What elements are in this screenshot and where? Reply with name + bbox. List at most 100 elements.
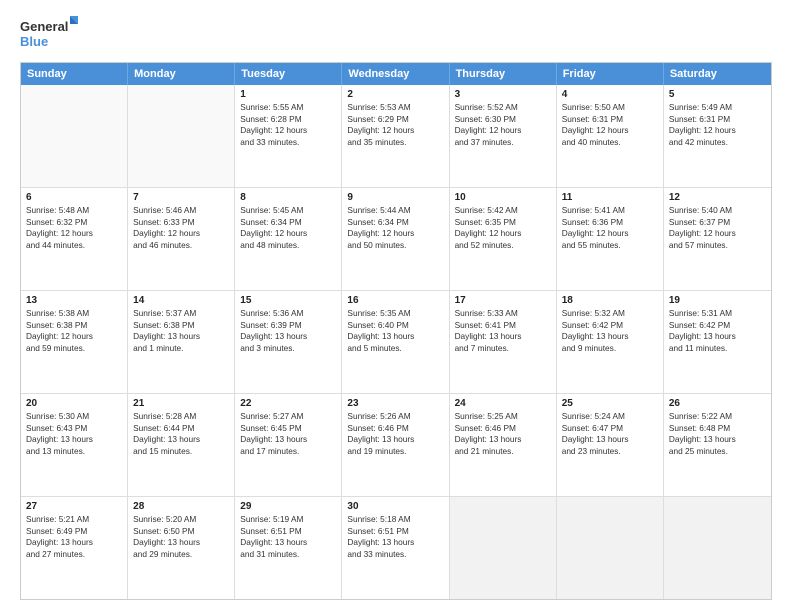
day-number: 27 (26, 501, 122, 512)
day-number: 12 (669, 192, 766, 203)
day-number: 16 (347, 295, 443, 306)
calendar-cell: 25Sunrise: 5:24 AMSunset: 6:47 PMDayligh… (557, 394, 664, 496)
calendar-cell: 10Sunrise: 5:42 AMSunset: 6:35 PMDayligh… (450, 188, 557, 290)
cell-info-line: Sunrise: 5:19 AM (240, 514, 336, 526)
cell-info-line: Sunrise: 5:44 AM (347, 205, 443, 217)
cell-info-line: and 37 minutes. (455, 137, 551, 149)
calendar-cell: 22Sunrise: 5:27 AMSunset: 6:45 PMDayligh… (235, 394, 342, 496)
cell-info-line: Daylight: 13 hours (26, 537, 122, 549)
day-number: 3 (455, 89, 551, 100)
cell-info-line: Sunrise: 5:46 AM (133, 205, 229, 217)
cell-info-line: Sunset: 6:42 PM (669, 320, 766, 332)
cell-info-line: Daylight: 12 hours (669, 228, 766, 240)
cell-info-line: Sunrise: 5:21 AM (26, 514, 122, 526)
cell-info-line: Daylight: 13 hours (26, 434, 122, 446)
cell-info-line: Daylight: 12 hours (240, 125, 336, 137)
cell-info-line: Sunset: 6:38 PM (26, 320, 122, 332)
calendar-row: 13Sunrise: 5:38 AMSunset: 6:38 PMDayligh… (21, 291, 771, 394)
calendar-cell: 29Sunrise: 5:19 AMSunset: 6:51 PMDayligh… (235, 497, 342, 599)
calendar-cell: 6Sunrise: 5:48 AMSunset: 6:32 PMDaylight… (21, 188, 128, 290)
cell-info-line: Sunrise: 5:32 AM (562, 308, 658, 320)
day-number: 17 (455, 295, 551, 306)
day-number: 8 (240, 192, 336, 203)
cell-info-line: and 27 minutes. (26, 549, 122, 561)
cell-info-line: and 17 minutes. (240, 446, 336, 458)
day-number: 18 (562, 295, 658, 306)
day-number: 10 (455, 192, 551, 203)
day-number: 30 (347, 501, 443, 512)
cell-info-line: Sunrise: 5:30 AM (26, 411, 122, 423)
cal-header-day: Thursday (450, 63, 557, 85)
cell-info-line: Sunrise: 5:53 AM (347, 102, 443, 114)
calendar-row: 27Sunrise: 5:21 AMSunset: 6:49 PMDayligh… (21, 497, 771, 599)
cell-info-line: and 5 minutes. (347, 343, 443, 355)
cell-info-line: Sunset: 6:48 PM (669, 423, 766, 435)
cell-info-line: Daylight: 12 hours (26, 331, 122, 343)
cell-info-line: Sunrise: 5:20 AM (133, 514, 229, 526)
cell-info-line: Sunset: 6:46 PM (347, 423, 443, 435)
cell-info-line: Sunrise: 5:22 AM (669, 411, 766, 423)
calendar-body: 1Sunrise: 5:55 AMSunset: 6:28 PMDaylight… (21, 85, 771, 599)
cell-info-line: Sunrise: 5:18 AM (347, 514, 443, 526)
cell-info-line: and 23 minutes. (562, 446, 658, 458)
cell-info-line: Daylight: 12 hours (562, 125, 658, 137)
cell-info-line: and 50 minutes. (347, 240, 443, 252)
cell-info-line: Sunset: 6:30 PM (455, 114, 551, 126)
day-number: 7 (133, 192, 229, 203)
calendar-cell: 23Sunrise: 5:26 AMSunset: 6:46 PMDayligh… (342, 394, 449, 496)
cell-info-line: Sunrise: 5:26 AM (347, 411, 443, 423)
cell-info-line: Sunset: 6:32 PM (26, 217, 122, 229)
cell-info-line: Sunset: 6:43 PM (26, 423, 122, 435)
calendar-cell: 30Sunrise: 5:18 AMSunset: 6:51 PMDayligh… (342, 497, 449, 599)
cell-info-line: Sunset: 6:33 PM (133, 217, 229, 229)
logo: General Blue (20, 16, 80, 52)
cell-info-line: Sunrise: 5:40 AM (669, 205, 766, 217)
day-number: 26 (669, 398, 766, 409)
cell-info-line: and 3 minutes. (240, 343, 336, 355)
day-number: 29 (240, 501, 336, 512)
calendar-cell: 2Sunrise: 5:53 AMSunset: 6:29 PMDaylight… (342, 85, 449, 187)
cell-info-line: and 48 minutes. (240, 240, 336, 252)
calendar-cell: 19Sunrise: 5:31 AMSunset: 6:42 PMDayligh… (664, 291, 771, 393)
calendar-row: 1Sunrise: 5:55 AMSunset: 6:28 PMDaylight… (21, 85, 771, 188)
cell-info-line: Daylight: 12 hours (455, 228, 551, 240)
cell-info-line: Sunrise: 5:27 AM (240, 411, 336, 423)
cell-info-line: Sunset: 6:47 PM (562, 423, 658, 435)
cell-info-line: Sunset: 6:29 PM (347, 114, 443, 126)
cell-info-line: and 42 minutes. (669, 137, 766, 149)
cell-info-line: Daylight: 13 hours (240, 331, 336, 343)
day-number: 13 (26, 295, 122, 306)
calendar-cell: 3Sunrise: 5:52 AMSunset: 6:30 PMDaylight… (450, 85, 557, 187)
day-number: 4 (562, 89, 658, 100)
cell-info-line: and 44 minutes. (26, 240, 122, 252)
cell-info-line: Sunrise: 5:38 AM (26, 308, 122, 320)
cell-info-line: Daylight: 13 hours (562, 331, 658, 343)
cell-info-line: and 1 minute. (133, 343, 229, 355)
cell-info-line: Sunrise: 5:41 AM (562, 205, 658, 217)
calendar-cell: 17Sunrise: 5:33 AMSunset: 6:41 PMDayligh… (450, 291, 557, 393)
cell-info-line: Sunset: 6:46 PM (455, 423, 551, 435)
day-number: 22 (240, 398, 336, 409)
calendar-cell: 4Sunrise: 5:50 AMSunset: 6:31 PMDaylight… (557, 85, 664, 187)
day-number: 15 (240, 295, 336, 306)
calendar-cell: 26Sunrise: 5:22 AMSunset: 6:48 PMDayligh… (664, 394, 771, 496)
logo-svg: General Blue (20, 16, 80, 52)
cell-info-line: Sunrise: 5:31 AM (669, 308, 766, 320)
cell-info-line: Sunrise: 5:42 AM (455, 205, 551, 217)
cell-info-line: and 55 minutes. (562, 240, 658, 252)
cell-info-line: and 33 minutes. (240, 137, 336, 149)
cell-info-line: Daylight: 12 hours (455, 125, 551, 137)
cell-info-line: Sunrise: 5:36 AM (240, 308, 336, 320)
calendar-cell: 15Sunrise: 5:36 AMSunset: 6:39 PMDayligh… (235, 291, 342, 393)
cell-info-line: Sunrise: 5:24 AM (562, 411, 658, 423)
calendar-row: 6Sunrise: 5:48 AMSunset: 6:32 PMDaylight… (21, 188, 771, 291)
calendar-cell: 27Sunrise: 5:21 AMSunset: 6:49 PMDayligh… (21, 497, 128, 599)
day-number: 2 (347, 89, 443, 100)
calendar-cell: 20Sunrise: 5:30 AMSunset: 6:43 PMDayligh… (21, 394, 128, 496)
cell-info-line: Sunset: 6:31 PM (562, 114, 658, 126)
cell-info-line: Sunrise: 5:48 AM (26, 205, 122, 217)
cell-info-line: Sunset: 6:34 PM (240, 217, 336, 229)
cell-info-line: Sunset: 6:51 PM (347, 526, 443, 538)
cell-info-line: Sunrise: 5:25 AM (455, 411, 551, 423)
calendar-cell (21, 85, 128, 187)
